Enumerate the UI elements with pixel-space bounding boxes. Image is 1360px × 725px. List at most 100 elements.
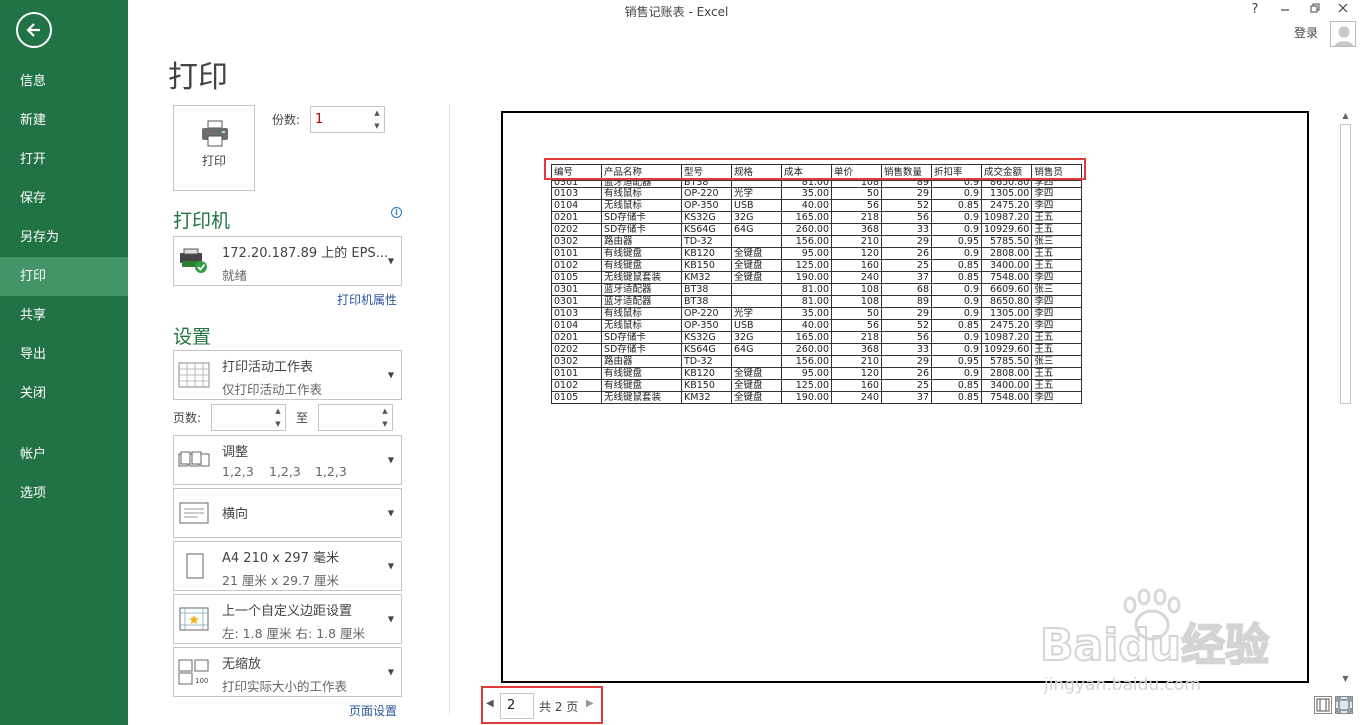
collation-dropdown[interactable]: 调整 1,2,3 1,2,3 1,2,3 ▼ xyxy=(173,435,402,485)
table-cell: 王五 xyxy=(1031,247,1083,260)
table-cell: 张三 xyxy=(1031,283,1083,296)
nav-share[interactable]: 共享 xyxy=(0,296,128,335)
spin-up-icon[interactable]: ▲ xyxy=(271,405,285,418)
table-cell: 89 xyxy=(881,295,932,308)
table-cell: 35.00 xyxy=(781,187,832,200)
table-cell: 有线鼠标 xyxy=(601,307,682,320)
nav-open[interactable]: 打开 xyxy=(0,140,128,179)
table-cell: 0.85 xyxy=(931,319,982,332)
table-cell: 王五 xyxy=(1031,343,1083,356)
margins-dropdown[interactable]: 上一个自定义边距设置 左: 1.8 厘米 右: 1.8 厘米 ▼ xyxy=(173,594,402,644)
table-cell: 无线鼠标 xyxy=(601,319,682,332)
table-cell: 0105 xyxy=(551,271,602,284)
printer-properties-link[interactable]: 打印机属性 xyxy=(337,291,397,308)
nav-save[interactable]: 保存 xyxy=(0,179,128,218)
table-cell: KM32 xyxy=(681,391,732,404)
table-cell xyxy=(731,295,782,308)
spin-down-icon[interactable]: ▼ xyxy=(370,120,384,133)
table-cell: 33 xyxy=(881,343,932,356)
pages-to-spinner[interactable]: ▲ ▼ xyxy=(318,404,393,431)
orientation-dropdown[interactable]: 横向 ▼ xyxy=(173,488,402,538)
table-cell: 2475.20 xyxy=(980,199,1033,212)
nav-close[interactable]: 关闭 xyxy=(0,374,128,413)
table-cell: 李四 xyxy=(1031,271,1083,284)
table-cell: 0.85 xyxy=(931,379,982,392)
header-highlight-box xyxy=(544,158,1086,180)
table-cell: SD存储卡 xyxy=(601,343,682,356)
pages-from-spinner[interactable]: ▲ ▼ xyxy=(211,404,286,431)
collation-desc-3: 1,2,3 xyxy=(315,464,347,479)
nav-export[interactable]: 导出 xyxy=(0,335,128,374)
table-cell: 1305.00 xyxy=(980,187,1033,200)
nav-options[interactable]: 选项 xyxy=(0,474,128,513)
scaling-dropdown[interactable]: 100 无缩放 打印实际大小的工作表 ▼ xyxy=(173,647,402,697)
table-row: 0104 无线鼠标 OP-350 USB 40.00 56 52 0.85 2475.20 李四 xyxy=(551,199,1083,212)
chevron-down-icon: ▼ xyxy=(387,256,394,266)
avatar[interactable] xyxy=(1330,21,1356,47)
nav-save-as[interactable]: 另存为 xyxy=(0,218,128,257)
preview-scrollbar[interactable]: ▲ ▼ xyxy=(1338,108,1353,686)
table-cell: SD存储卡 xyxy=(601,331,682,344)
table-cell: 37 xyxy=(881,271,932,284)
login-link[interactable]: 登录 xyxy=(1294,24,1318,41)
scroll-down-icon[interactable]: ▼ xyxy=(1338,671,1353,686)
next-page-icon[interactable]: ▶ xyxy=(586,698,594,709)
table-cell: 0104 xyxy=(551,319,602,332)
prev-page-icon[interactable]: ◀ xyxy=(486,698,494,709)
table-cell: 0.9 xyxy=(931,180,982,188)
zoom-to-page-button[interactable] xyxy=(1335,696,1353,714)
restore-button[interactable] xyxy=(1302,0,1328,20)
printer-icon xyxy=(202,120,228,147)
spin-up-icon[interactable]: ▲ xyxy=(370,107,384,120)
table-cell: KS32G xyxy=(681,211,732,224)
table-cell: 190.00 xyxy=(781,391,832,404)
table-cell: 2475.20 xyxy=(980,319,1033,332)
table-cell: 56 xyxy=(881,331,932,344)
worksheet-icon xyxy=(178,362,210,388)
print-button[interactable]: 打印 xyxy=(173,105,255,191)
table-cell xyxy=(731,180,782,188)
table-cell: KB120 xyxy=(681,367,732,380)
info-icon[interactable]: i xyxy=(391,207,402,218)
table-cell: 10987.20 xyxy=(980,211,1033,224)
nav-account[interactable]: 帐户 xyxy=(0,435,128,474)
nav-print[interactable]: 打印 xyxy=(0,257,128,296)
table-cell: 218 xyxy=(831,331,882,344)
pages-to-label: 至 xyxy=(296,411,309,425)
table-cell: 0.85 xyxy=(931,199,982,212)
close-window-button[interactable] xyxy=(1330,0,1356,20)
table-cell: 81.00 xyxy=(781,180,832,188)
nav-info[interactable]: 信息 xyxy=(0,62,128,101)
page-setup-link[interactable]: 页面设置 xyxy=(349,702,397,719)
printer-dropdown[interactable]: 172.20.187.89 上的 EPS... 就绪 ▼ xyxy=(173,236,402,286)
table-cell: 光学 xyxy=(731,307,782,320)
print-what-dropdown[interactable]: 打印活动工作表 仅打印活动工作表 ▼ xyxy=(173,350,402,400)
table-cell: 0.95 xyxy=(931,355,982,368)
table-cell: 95.00 xyxy=(781,247,832,260)
minimize-button[interactable] xyxy=(1272,0,1298,20)
page-title: 打印 xyxy=(168,60,228,95)
copies-spinner[interactable]: 1 ▲ ▼ xyxy=(310,106,385,133)
printer-name: 172.20.187.89 上的 EPS... xyxy=(222,246,389,261)
scroll-thumb[interactable] xyxy=(1340,124,1351,404)
paper-size-dropdown[interactable]: A4 210 x 297 毫米 21 厘米 x 29.7 厘米 ▼ xyxy=(173,541,402,591)
show-margins-button[interactable] xyxy=(1314,696,1332,714)
margins-view-icon xyxy=(1316,698,1330,712)
spin-up-icon[interactable]: ▲ xyxy=(378,405,392,418)
table-cell: 120 xyxy=(831,247,882,260)
copies-value[interactable]: 1 xyxy=(315,112,323,127)
scroll-up-icon[interactable]: ▲ xyxy=(1338,108,1353,123)
table-cell: BT38 xyxy=(681,180,732,188)
table-cell: 路由器 xyxy=(601,235,682,248)
table-cell: TD-32 xyxy=(681,355,732,368)
page-number-input[interactable]: 2 xyxy=(500,693,534,719)
help-button[interactable]: ? xyxy=(1242,0,1268,20)
page-total-label: 共 2 页 xyxy=(539,700,579,714)
table-cell: 蓝牙适配器 xyxy=(601,180,682,188)
printer-status: 就绪 xyxy=(222,268,248,283)
nav-new[interactable]: 新建 xyxy=(0,101,128,140)
spin-down-icon[interactable]: ▼ xyxy=(271,418,285,431)
table-row: 0101 有线键盘 KB120 全键盘 95.00 120 26 0.9 2808.00 王五 xyxy=(551,247,1083,260)
back-button[interactable] xyxy=(16,12,52,48)
spin-down-icon[interactable]: ▼ xyxy=(378,418,392,431)
